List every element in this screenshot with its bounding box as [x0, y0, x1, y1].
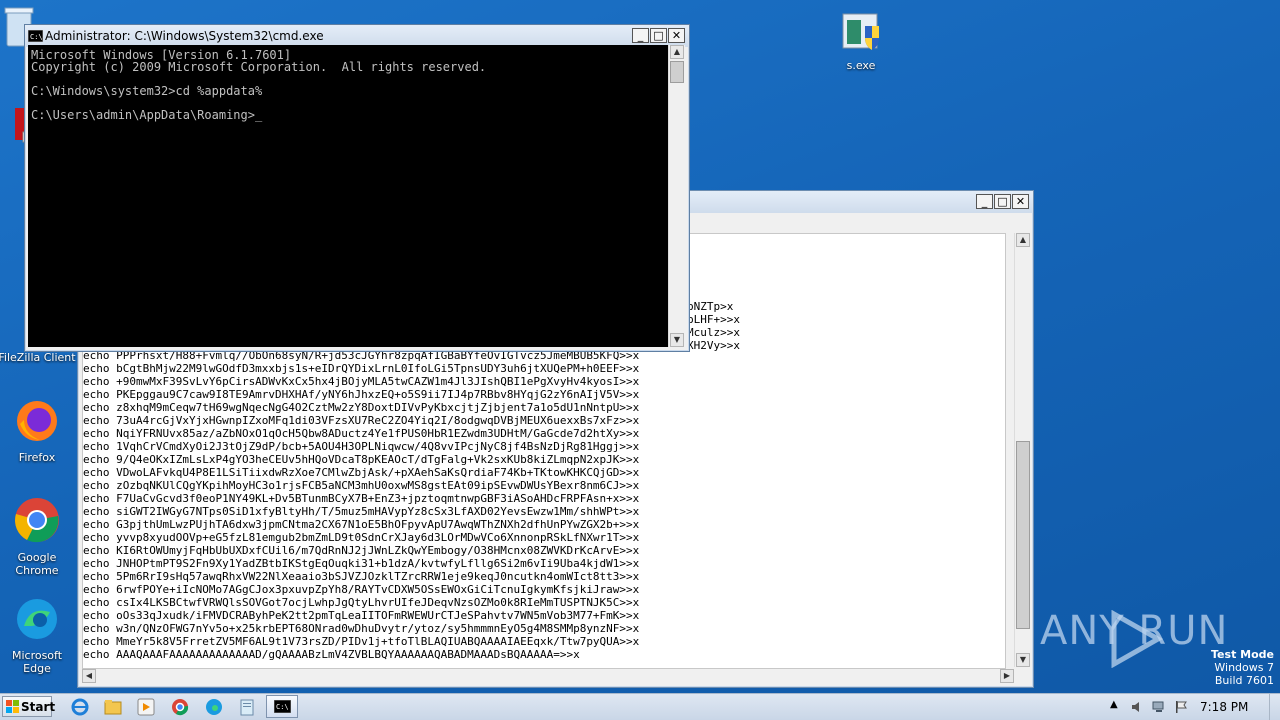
scroll-down-arrow[interactable]: ▼: [670, 333, 684, 347]
notepad-horizontal-scrollbar[interactable]: ◀ ▶: [82, 669, 1014, 683]
network-icon[interactable]: [1152, 700, 1166, 714]
console-line: Copyright (c) 2009 Microsoft Corporation…: [31, 60, 487, 74]
text-line: echo 73uA4rcGjVxYjxHGwnpIZxoMFq1di03VFzs…: [83, 414, 640, 427]
build-line: Build 7601: [1214, 674, 1274, 687]
text-line: echo 5Pm6RrI9sHq57awqRhxVW22NlXeaaio3bSJ…: [83, 570, 640, 583]
minimize-button[interactable]: _: [976, 194, 993, 209]
test-mode-notice: Test Mode Windows 7 Build 7601: [1211, 648, 1274, 687]
anyrun-play-icon: [1111, 610, 1164, 668]
maximize-button[interactable]: □: [994, 194, 1011, 209]
desktop-icon-label: Microsoft Edge: [11, 649, 63, 675]
taskbar: Start C:\ ▲ 7:18 PM: [0, 693, 1280, 720]
desktop-icon-firefox[interactable]: Firefox: [0, 398, 76, 464]
text-line: echo zOzbqNKUlCQgYKpihMoyHC3o1rjsFCB5aNC…: [83, 479, 640, 492]
close-button[interactable]: ✕: [1012, 194, 1029, 209]
scroll-up-arrow[interactable]: ▲: [1016, 233, 1030, 247]
maximize-button[interactable]: □: [650, 28, 667, 43]
notepad-taskbar-icon[interactable]: [237, 698, 257, 716]
media-player-icon[interactable]: [136, 698, 156, 716]
text-line: echo siGWT2IWGyG7NTps0SiD1xfyBltyHh/T/5m…: [83, 505, 640, 518]
text-line: echo JNHOPtmPT9S2Fn9Xy1YadZBtbIKStgEqOuq…: [83, 557, 640, 570]
test-mode-line: Test Mode: [1211, 648, 1274, 661]
desktop-icon-s-exe[interactable]: s.exe: [822, 12, 900, 72]
windows-logo-icon: [6, 700, 19, 713]
text-line: echo AAAQAAAFAAAAAAAAAAAAAD/gQAAAABzLmV4…: [83, 648, 580, 661]
scroll-thumb[interactable]: [670, 61, 684, 83]
notepad-vertical-scrollbar[interactable]: ▲ ▼: [1014, 233, 1031, 667]
console-line: C:\Windows\system32>cd %appdata%: [31, 84, 263, 98]
minimize-button[interactable]: _: [632, 28, 649, 43]
text-line: bLHF+>>x: [687, 313, 740, 326]
desktop-icon-label: Google Chrome: [15, 551, 59, 577]
text-line: echo G3pjthUmLwzPUjhTA6dxw3jpmCNtma2CX67…: [83, 518, 640, 531]
text-line: echo csIx4LKSBCtwfVRWQlsSOVGot7ocjLwhpJg…: [83, 596, 640, 609]
window-controls: _ □ ✕: [632, 28, 685, 43]
svg-text:C:\: C:\: [30, 33, 43, 41]
desktop-icon-label: s.exe: [846, 59, 876, 72]
windows-version-line: Windows 7: [1214, 661, 1274, 674]
exe-shield-icon: [842, 13, 879, 50]
text-line: echo VDwoLAFvkqU4P8E1LSiTiixdwRzXoe7CMlw…: [83, 466, 640, 479]
explorer-folder-icon[interactable]: [103, 698, 123, 716]
cmd-window[interactable]: C:\ Administrator: C:\Windows\System32\c…: [24, 24, 690, 352]
edge-taskbar-icon[interactable]: [204, 698, 224, 716]
firefox-icon: [17, 401, 57, 441]
cmd-output: Microsoft Windows [Version 6.1.7601] Copy…: [31, 49, 648, 121]
cmd-window-title: Administrator: C:\Windows\System32\cmd.e…: [45, 29, 324, 43]
chrome-icon: [15, 498, 59, 543]
start-button[interactable]: Start: [2, 696, 56, 717]
cmd-app-icon: C:\: [28, 30, 43, 42]
text-line: echo z8xhqM9mCeqw7tH69wgNqecNgG4O2CztMw2…: [83, 401, 640, 414]
text-line: echo NqiYFRNUvx85az/aZbNOxO1qOcH5Qbw8ADu…: [83, 427, 640, 440]
cmd-titlebar[interactable]: C:\ Administrator: C:\Windows\System32\c…: [25, 25, 689, 47]
tray-expand-icon[interactable]: ▲: [1110, 699, 1118, 710]
text-line: echo +90mwMxF39SvLvY6pCirsADWvKxCx5hx4jB…: [83, 375, 640, 388]
cmd-vertical-scrollbar[interactable]: ▲ ▼: [668, 45, 685, 347]
svg-text:C:\: C:\: [276, 703, 289, 711]
text-line: echo MmeYr5k8V5FrretZV5MF6AL9t1V73rsZD/P…: [83, 635, 640, 648]
start-label: Start: [21, 700, 56, 714]
system-tray: ▲ 7:18 PM: [1100, 694, 1280, 720]
text-line: echo w3n/QNzOFWG7nYv5o+x25krbEPT68ONrad0…: [83, 622, 640, 635]
volume-icon[interactable]: [1130, 700, 1144, 714]
window-controls: _ □ ✕: [976, 194, 1029, 209]
text-line: echo 1VqhCrVCmdXyOi2J3tOjZ9dP/bcb+5AOU4H…: [83, 440, 640, 453]
close-button[interactable]: ✕: [668, 28, 685, 43]
text-line: echo PKEpggau9C7caw9I8TE9AmrvDHXHAf/yNY6…: [83, 388, 640, 401]
show-desktop-button[interactable]: [1269, 694, 1280, 720]
edge-icon: [17, 599, 57, 639]
desktop-icon-label: Firefox: [18, 451, 56, 464]
desktop-icon-chrome[interactable]: Google Chrome: [0, 496, 76, 577]
action-center-flag-icon[interactable]: [1174, 700, 1188, 714]
scroll-right-arrow[interactable]: ▶: [1000, 669, 1014, 683]
text-line: echo yvvp8xyudOOVp+eG5fzL81emgub2bmZmLD9…: [83, 531, 640, 544]
chrome-taskbar-icon[interactable]: [170, 698, 190, 716]
scroll-thumb[interactable]: [1016, 441, 1030, 629]
cmd-console[interactable]: Microsoft Windows [Version 6.1.7601] Copy…: [28, 45, 668, 347]
desktop-icon-label: FileZilla Client: [0, 351, 76, 364]
text-line: echo 9/Q4eOKxIZmLsLxP4gYO3heCEUv5hHQoVDc…: [83, 453, 640, 466]
text-line: echo KI6RtOWUmyjFqHbUbUXDxfCUil6/m7QdRnN…: [83, 544, 640, 557]
text-line: XH2Vy>>x: [687, 339, 740, 352]
text-line: echo F7UaCvGcvd3f0eoP1NY49KL+Dv5BTunmBCy…: [83, 492, 640, 505]
cmd-taskbar-button[interactable]: C:\: [266, 695, 298, 718]
scroll-down-arrow[interactable]: ▼: [1016, 653, 1030, 667]
desktop-icon-edge[interactable]: Microsoft Edge: [0, 596, 76, 675]
console-line: C:\Users\admin\AppData\Roaming>_: [31, 108, 263, 122]
text-line: Mculz>>x: [687, 326, 740, 339]
text-line: pNZTp>x: [687, 300, 734, 313]
scroll-left-arrow[interactable]: ◀: [82, 669, 96, 683]
text-line: echo bCgtBhMjw22M9lwGOdfD3mxxbjs1s+eIDrQ…: [83, 362, 640, 375]
text-line: echo 6rwfPOYe+iIcNOMo7AGgCJox3pxuvpZpYh8…: [83, 583, 640, 596]
text-line: echo oOs33qJxudk/iFMVDCRAByhPeK2tt2pmTqL…: [83, 609, 640, 622]
scroll-up-arrow[interactable]: ▲: [670, 45, 684, 59]
cmd-taskbar-icon: C:\: [274, 700, 291, 713]
ie-icon[interactable]: [70, 698, 90, 716]
taskbar-clock[interactable]: 7:18 PM: [1200, 700, 1248, 714]
